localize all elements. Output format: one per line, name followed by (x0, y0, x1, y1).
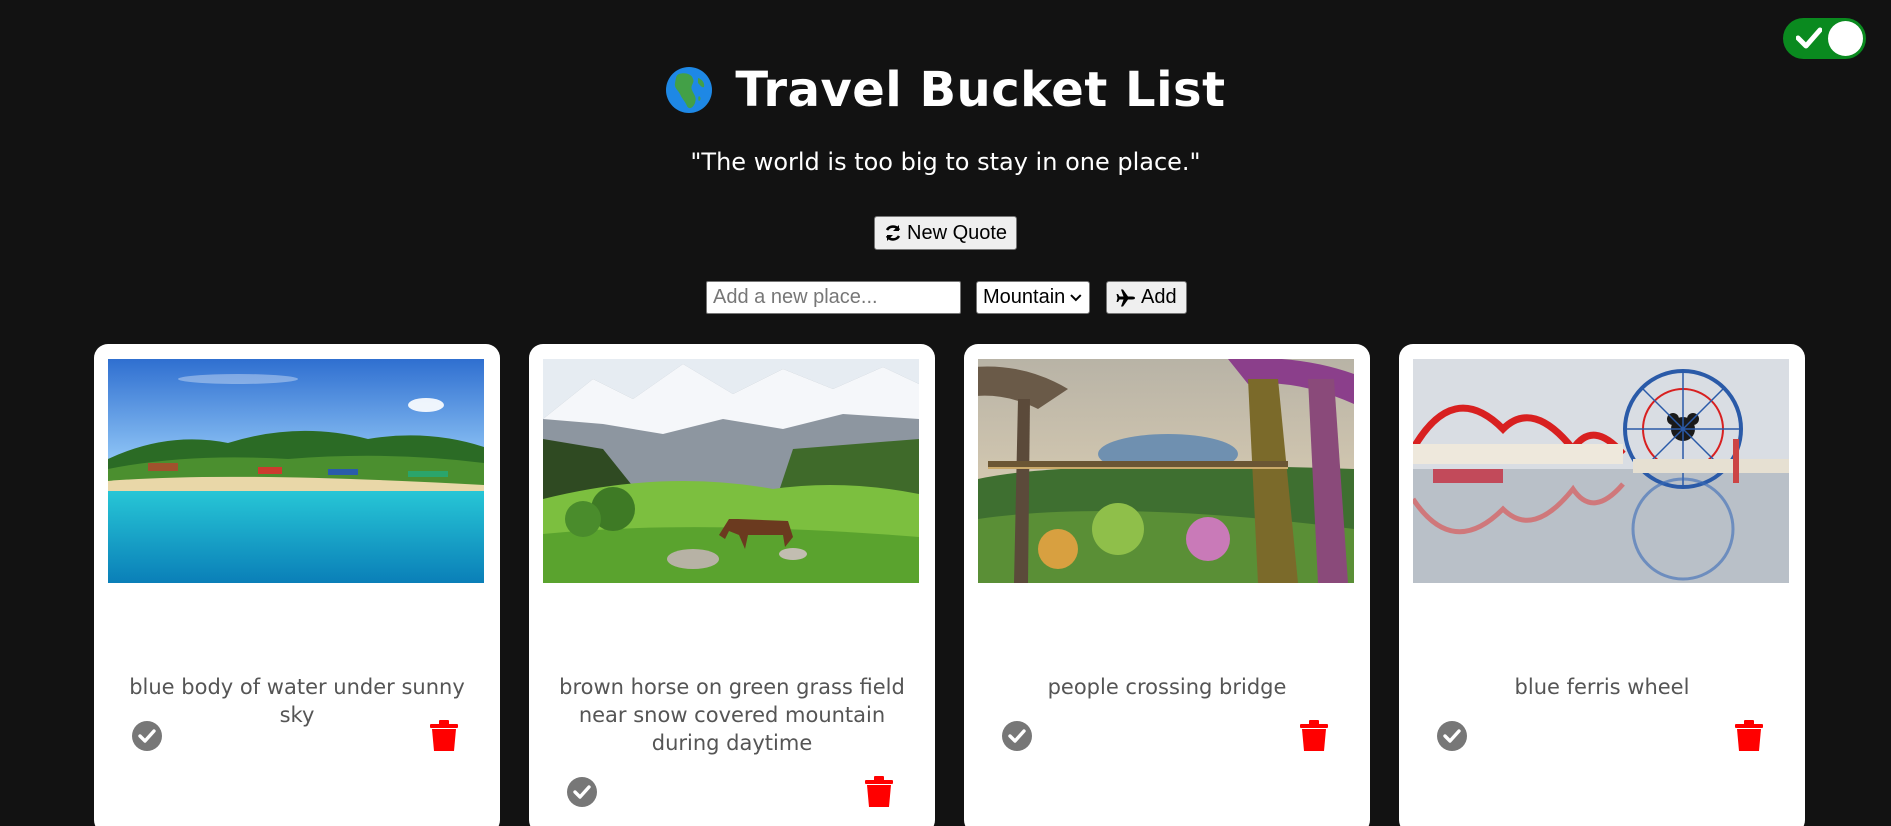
check-circle-icon[interactable] (567, 777, 597, 807)
trash-icon[interactable] (865, 776, 893, 808)
add-button[interactable]: Add (1106, 281, 1187, 314)
plane-icon (1116, 289, 1135, 306)
page: Travel Bucket List "The world is too big… (0, 0, 1891, 826)
card-image (108, 359, 484, 583)
check-circle-icon[interactable] (132, 721, 162, 751)
check-icon (1796, 27, 1822, 49)
place-input[interactable] (706, 281, 961, 314)
category-select[interactable]: Mountain (976, 281, 1090, 314)
theme-toggle[interactable] (1783, 18, 1866, 59)
chevron-down-icon (1070, 293, 1082, 301)
card-caption: blue ferris wheel (1514, 675, 1690, 699)
card-caption: brown horse on green grass field near sn… (559, 675, 905, 755)
add-label: Add (1141, 286, 1177, 308)
toggle-knob (1828, 21, 1863, 56)
travel-quote: "The world is too big to stay in one pla… (690, 148, 1201, 176)
globe-africa-icon (666, 67, 713, 113)
card-image (1413, 359, 1789, 583)
bucket-card: blue ferris wheel (1399, 344, 1805, 826)
page-title: Travel Bucket List (735, 62, 1226, 118)
refresh-icon (885, 225, 901, 241)
check-circle-icon[interactable] (1437, 721, 1467, 751)
card-image (543, 359, 919, 583)
trash-icon[interactable] (430, 720, 458, 752)
category-selected: Mountain (983, 286, 1066, 308)
add-place-form: Mountain Add (0, 281, 1891, 314)
check-circle-icon[interactable] (1002, 721, 1032, 751)
card-caption: blue body of water under sunny sky (129, 675, 465, 727)
bucket-card: brown horse on green grass field near sn… (529, 344, 935, 826)
trash-icon[interactable] (1735, 720, 1763, 752)
page-header: Travel Bucket List (0, 62, 1891, 118)
new-quote-button[interactable]: New Quote (874, 216, 1018, 250)
card-caption: people crossing bridge (1047, 675, 1287, 699)
new-quote-label: New Quote (907, 221, 1008, 244)
bucket-card: blue body of water under sunny sky (94, 344, 500, 826)
trash-icon[interactable] (1300, 720, 1328, 752)
bucket-card: people crossing bridge (964, 344, 1370, 826)
card-image (978, 359, 1354, 583)
